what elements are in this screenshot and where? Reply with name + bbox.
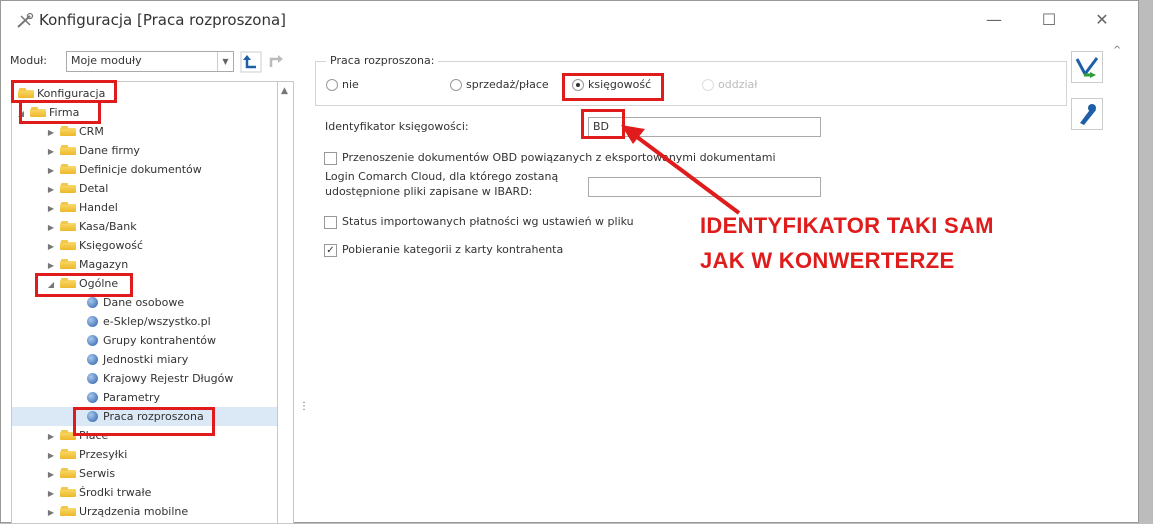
back-arrow-icon[interactable] <box>240 51 262 73</box>
forward-arrow-icon[interactable] <box>266 51 288 73</box>
settings-leaf-icon <box>87 353 98 365</box>
expand-arrow-icon[interactable]: ▶ <box>45 427 57 446</box>
highlight-ksiegowosc <box>562 73 664 101</box>
tree-leaf[interactable]: Grupy kontrahentów <box>87 331 216 350</box>
folder-icon <box>60 259 76 269</box>
config-tree[interactable]: Konfiguracja ◢ Firma ▶ CRM ▶ Dane firmy ▶ De… <box>11 81 278 524</box>
tree-leaf[interactable]: e-Sklep/wszystko.pl <box>87 312 211 331</box>
maximize-button[interactable]: ☐ <box>1034 9 1064 31</box>
tree-leaf[interactable]: Parametry <box>87 388 160 407</box>
close-button[interactable]: ✕ <box>1087 9 1117 31</box>
folder-icon <box>60 183 76 193</box>
settings-leaf-icon <box>87 296 98 308</box>
tree-item[interactable]: ▶ Magazyn <box>45 255 128 274</box>
expand-arrow-icon[interactable]: ▶ <box>45 199 57 218</box>
folder-icon <box>60 221 76 231</box>
expand-arrow-icon[interactable]: ▶ <box>45 180 57 199</box>
folder-icon <box>60 506 76 516</box>
radio-circle <box>702 79 714 91</box>
edit-icon <box>1080 104 1096 125</box>
expand-arrow-icon[interactable]: ▶ <box>45 142 57 161</box>
module-select-value: Moje moduły <box>71 54 142 67</box>
expand-arrow-icon[interactable]: ▶ <box>45 218 57 237</box>
highlight-firma <box>19 100 101 124</box>
tools-icon <box>17 12 34 28</box>
tree-item[interactable]: ▶ Urządzenia mobilne <box>45 502 188 521</box>
expand-arrow-icon[interactable]: ▶ <box>45 446 57 465</box>
highlight-ogolne <box>35 273 133 297</box>
title-bar: Konfiguracja [Praca rozproszona] — ☐ ✕ <box>1 1 1138 41</box>
scroll-up-icon[interactable]: ▲ <box>281 86 288 96</box>
expand-arrow-icon[interactable]: ▶ <box>45 484 57 503</box>
save-button[interactable] <box>1071 51 1103 83</box>
annotation-line1: IDENTYFIKATOR TAKI SAM <box>700 213 994 238</box>
annotation-arrow <box>621 125 741 215</box>
checkbox-empty <box>324 215 337 229</box>
settings-leaf-icon <box>87 372 98 384</box>
radio-oddzial: oddział <box>702 78 757 91</box>
folder-icon <box>60 449 76 459</box>
radio-circle <box>326 79 338 91</box>
tree-item[interactable]: ▶ Serwis <box>45 464 115 483</box>
tree-leaf[interactable]: Jednostki miary <box>87 350 188 369</box>
expand-arrow-icon[interactable]: ▶ <box>45 465 57 484</box>
tree-item[interactable]: ▶ Przesyłki <box>45 445 127 464</box>
expand-arrow-icon[interactable]: ▶ <box>45 503 57 522</box>
radio-circle <box>450 79 462 91</box>
expand-arrow-icon[interactable]: ▶ <box>45 161 57 180</box>
expand-arrow-icon[interactable]: ▶ <box>45 237 57 256</box>
checkbox-empty <box>324 151 337 165</box>
chk-status-platnosci[interactable]: Status importowanych płatności wg ustawi… <box>324 215 634 229</box>
folder-icon <box>60 202 76 212</box>
folder-icon <box>60 164 76 174</box>
window-title: Konfiguracja [Praca rozproszona] <box>39 11 287 29</box>
checkmark-icon: ✓ <box>324 243 337 257</box>
tree-leaf[interactable]: Krajowy Rejestr Długów <box>87 369 233 388</box>
folder-icon <box>60 145 76 155</box>
panel-splitter[interactable]: ⋮ <box>299 402 309 425</box>
configuration-window: Konfiguracja [Praca rozproszona] — ☐ ✕ M… <box>0 0 1139 524</box>
tree-item[interactable]: ▶ Księgowość <box>45 236 143 255</box>
tree-item[interactable]: ▶ Detal <box>45 179 108 198</box>
folder-icon <box>60 126 76 136</box>
expand-arrow-icon[interactable]: ▶ <box>45 123 57 142</box>
module-row: Moduł: Moje moduły ▼ <box>8 49 294 73</box>
settings-leaf-icon <box>87 315 98 327</box>
module-select[interactable]: Moje moduły ▼ <box>66 51 234 72</box>
radio-sprzedaz-place[interactable]: sprzedaż/płace <box>450 78 549 91</box>
tree-item[interactable]: ▶ Definicje dokumentów <box>45 160 202 179</box>
scroll-up-icon[interactable]: ^ <box>1113 45 1121 56</box>
chevron-down-icon: ▼ <box>217 52 233 71</box>
login-label-line2: udostępnione pliki zapisane w IBARD: <box>325 185 533 198</box>
login-label-line1: Login Comarch Cloud, dla którego zostaną <box>325 170 559 183</box>
minimize-button[interactable]: — <box>979 9 1009 31</box>
tree-item[interactable]: ▶ Kasa/Bank <box>45 217 137 236</box>
settings-leaf-icon <box>87 391 98 403</box>
highlight-praca-rozproszona <box>73 407 215 436</box>
radio-nie[interactable]: nie <box>326 78 359 91</box>
settings-leaf-icon <box>87 334 98 346</box>
praca-rozproszona-group: Praca rozproszona: nie sprzedaż/płace ks… <box>315 54 1067 106</box>
tree-item[interactable]: ▶ Dane firmy <box>45 141 140 160</box>
group-label: Praca rozproszona: <box>326 54 439 67</box>
chk-pobieranie-kategorii[interactable]: ✓ Pobieranie kategorii z karty kontrahent… <box>324 243 563 257</box>
edit-button[interactable] <box>1071 98 1103 130</box>
folder-icon <box>60 487 76 497</box>
save-icon <box>1075 57 1099 78</box>
module-label: Moduł: <box>10 54 48 67</box>
tree-item[interactable]: ▶ Handel <box>45 198 118 217</box>
folder-icon <box>60 240 76 250</box>
folder-icon <box>60 468 76 478</box>
annotation-line2: JAK W KONWERTERZE <box>700 248 955 273</box>
tree-item[interactable]: ▶ Środki trwałe <box>45 483 151 502</box>
ident-label: Identyfikator księgowości: <box>325 120 469 133</box>
tree-scrollbar[interactable]: ▲ <box>278 81 294 524</box>
tree-item[interactable]: ▶ CRM <box>45 122 104 141</box>
